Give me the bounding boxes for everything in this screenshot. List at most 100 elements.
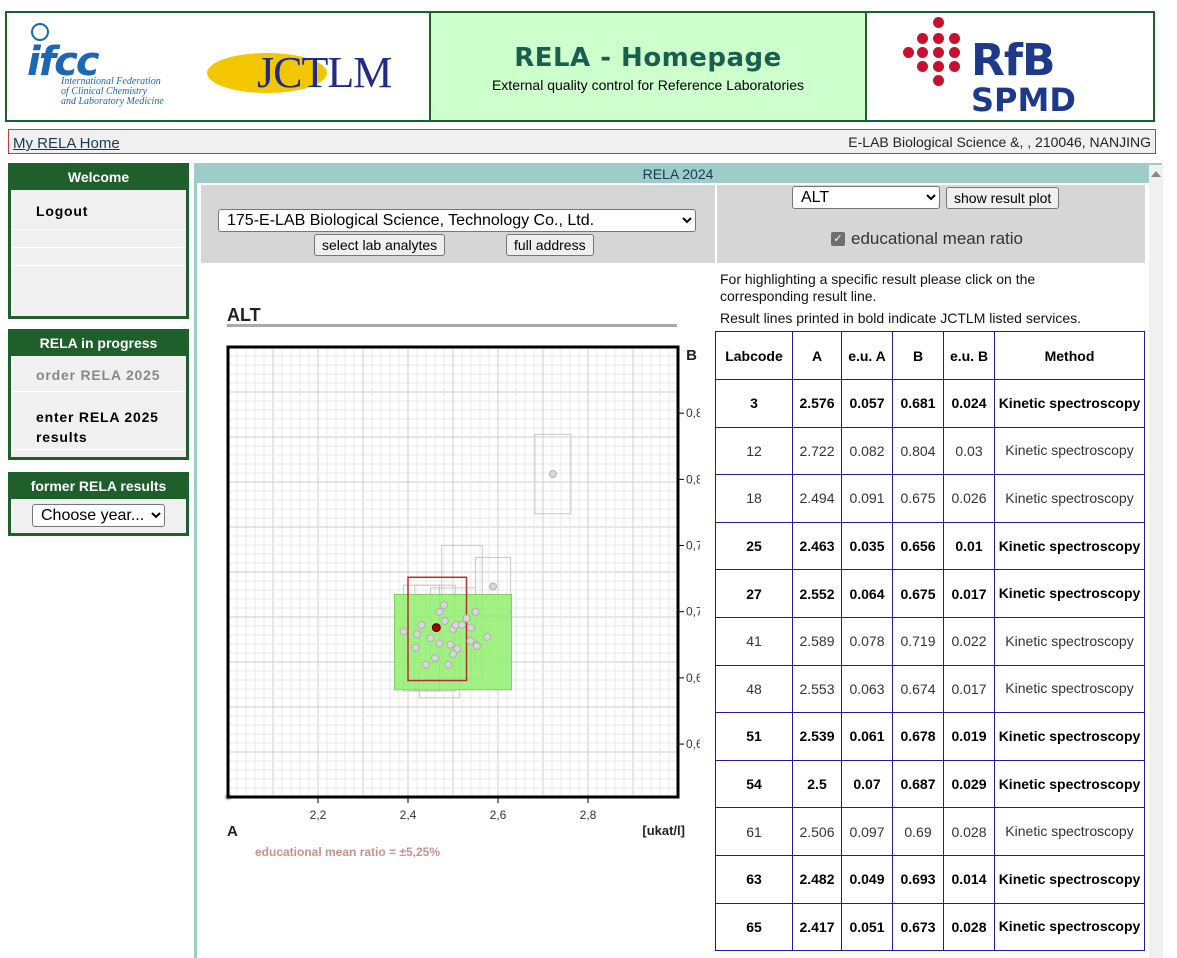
table-row[interactable]: 54 2.5 0.07 0.687 0.029 Kinetic spectroscopy [715,759,1145,809]
table-cell: 65 [715,902,793,952]
spmd-logo-word: SPMD [971,81,1076,119]
x-axis-label: A [227,823,238,840]
table-cell: 0.07 [841,759,893,809]
data-point [472,642,481,651]
lab-controls: 175-E-LAB Biological Science, Technology… [201,185,715,263]
table-row[interactable]: 61 2.506 0.097 0.69 0.028 Kinetic spectroscop… [715,807,1145,856]
table-row[interactable]: 25 2.463 0.035 0.656 0.01 Kinetic spectroscop… [715,521,1145,571]
edu-mean-ratio-footer: educational mean ratio = ±5,25% [255,845,440,859]
edu-mean-ratio-label: educational mean ratio [851,229,1024,248]
main-scrollbar[interactable] [1149,165,1163,958]
data-point [431,654,439,663]
data-point [413,630,421,639]
table-cell: 54 [715,759,793,809]
table-cell: Kinetic spectroscopy [994,664,1145,714]
table-cell: 0.091 [841,474,893,523]
table-cell: 0.051 [841,902,893,952]
data-point [399,627,408,636]
table-row[interactable]: 18 2.494 0.091 0.675 0.026 Kinetic spectrosco… [715,474,1145,523]
table-cell: 2.576 [792,379,842,428]
data-point [467,623,475,632]
data-point [458,620,466,629]
logout-link[interactable]: Logout [11,190,186,230]
data-point [426,634,435,643]
table-cell: 0.019 [943,712,995,761]
page-title: RELA - Homepage [514,43,782,73]
sidebar-spacer [11,230,186,248]
table-cell: 0.063 [841,664,893,714]
table-cell: 12 [715,426,793,476]
chart-title: ALT [227,305,261,325]
table-cell: 0.049 [841,854,893,904]
table-cell: 0.057 [841,379,893,428]
rfb-logo[interactable]: RfB SPMD [867,13,1153,120]
table-row[interactable]: 63 2.482 0.049 0.693 0.014 Kinetic spectrosco… [715,854,1145,904]
table-cell: 2.589 [792,616,842,666]
table-cell: 0.673 [892,902,944,952]
order-rela-2025-link[interactable]: order RELA 2025 [11,356,186,392]
jctlm-logo[interactable]: JCTLM [207,43,412,103]
table-cell: 0.014 [943,854,995,904]
y-tick-label: 0,6 [686,737,700,751]
table-cell: 41 [715,616,793,666]
show-result-plot-button[interactable]: show result plot [946,187,1060,209]
former-rela-results-panel: former RELA results Choose year... [8,472,189,536]
full-address-button[interactable]: full address [506,234,594,256]
table-row[interactable]: 27 2.552 0.064 0.675 0.017 Kinetic spectrosco… [715,569,1145,618]
uncertainty-boxes [394,433,572,699]
site-header: ifcc International Federation of Clinica… [5,11,1155,122]
former-rela-results-title: former RELA results [11,475,186,499]
table-cell: 0.028 [943,902,995,952]
table-cell: 0.028 [943,807,995,856]
table-cell: 2.506 [792,807,842,856]
table-row[interactable]: 41 2.589 0.078 0.719 0.022 Kinetic spectrosco… [715,616,1145,666]
table-cell: Kinetic spectroscopy [994,807,1145,856]
unit-label: [ukat/l] [642,823,685,838]
table-row[interactable]: 12 2.722 0.082 0.804 0.03 Kinetic spectroscop… [715,426,1145,476]
scroll-up-icon[interactable] [1151,171,1161,177]
table-cell: 2.553 [792,664,842,714]
my-rela-home-link[interactable]: My RELA Home [13,135,120,152]
ifcc-logo[interactable]: ifcc International Federation of Clinica… [25,23,195,113]
table-cell: 25 [715,521,793,571]
enter-rela-2025-results-link[interactable]: enter RELA 2025 results [11,392,186,450]
table-cell: 0.01 [943,521,995,571]
lab-select[interactable]: 175-E-LAB Biological Science, Technology… [218,209,696,232]
table-cell: 0.656 [892,521,944,571]
table-row[interactable]: 51 2.539 0.061 0.678 0.019 Kinetic spectrosco… [715,712,1145,761]
y-tick-label: 0,7 [686,605,700,619]
x-axis-ticks: 2,2 2,4 2,6 2,8 [310,797,597,822]
chart-grid [227,346,679,798]
table-cell: Kinetic spectroscopy [994,854,1145,904]
x-tick-label: 2,2 [310,808,327,822]
choose-year-select[interactable]: Choose year... [32,504,165,527]
table-cell: 2.552 [792,569,842,618]
edu-mean-ratio-checkbox[interactable]: ✓ [831,232,845,246]
table-cell: 27 [715,569,793,618]
table-cell: 3 [715,379,793,428]
table-cell: 0.029 [943,759,995,809]
table-row[interactable]: 3 2.576 0.057 0.681 0.024 Kinetic spectroscop… [715,379,1145,428]
rfb-dots-icon [903,17,973,87]
select-lab-analytes-button[interactable]: select lab analytes [314,234,446,256]
y-axis-label: B [686,347,697,364]
table-row[interactable]: 65 2.417 0.051 0.673 0.028 Kinetic spectrosco… [715,902,1145,952]
analyte-select[interactable]: ALT [792,186,940,209]
table-cell: 0.678 [892,712,944,761]
table-cell: 0.804 [892,426,944,476]
header-title-block: RELA - Homepage External quality control… [431,13,867,120]
results-table: Labcode Ae.u. A Be.u. B Method 3 2.576 0.057 0… [715,331,1145,952]
table-row[interactable]: 48 2.553 0.063 0.674 0.017 Kinetic spectrosco… [715,664,1145,714]
table-cell: 0.681 [892,379,944,428]
data-point [548,470,557,479]
highlighted-point [431,623,441,633]
table-cell: 0.69 [892,807,944,856]
column-header: Method [994,331,1145,380]
table-cell: 0.061 [841,712,893,761]
table-cell: 0.719 [892,616,944,666]
table-cell: 0.675 [892,569,944,618]
table-cell: 0.026 [943,474,995,523]
table-cell: Kinetic spectroscopy [994,902,1145,952]
table-cell: 2.539 [792,712,842,761]
table-cell: Kinetic spectroscopy [994,759,1145,809]
